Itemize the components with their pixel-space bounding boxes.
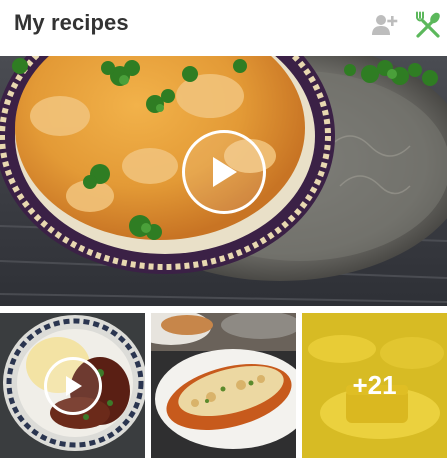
page-title: My recipes <box>14 10 129 35</box>
fork-knife-icon <box>416 11 440 38</box>
play-icon <box>213 157 237 187</box>
play-icon <box>66 376 82 396</box>
add-person-icon <box>372 15 398 35</box>
header-bar: My recipes <box>0 0 447 52</box>
more-recipes-count: +21 <box>352 370 397 400</box>
recipe-thumbnail-stew-video[interactable] <box>0 313 145 458</box>
stuffed-sweet-potato-photo <box>151 313 296 458</box>
play-button[interactable] <box>44 357 102 415</box>
recipe-thumbnail-more[interactable]: +21 <box>302 313 447 458</box>
more-recipes-overlay: +21 <box>302 313 447 458</box>
recipes-fork-knife-button[interactable] <box>411 8 445 42</box>
recipe-thumbnail-stuffed-potato[interactable] <box>151 313 296 458</box>
add-user-button[interactable] <box>368 8 402 42</box>
featured-recipe-video[interactable] <box>0 56 447 306</box>
recipe-thumbnail-row: +21 <box>0 313 447 458</box>
recipes-screen: My recipes +21 <box>0 0 447 458</box>
play-button[interactable] <box>182 130 266 214</box>
